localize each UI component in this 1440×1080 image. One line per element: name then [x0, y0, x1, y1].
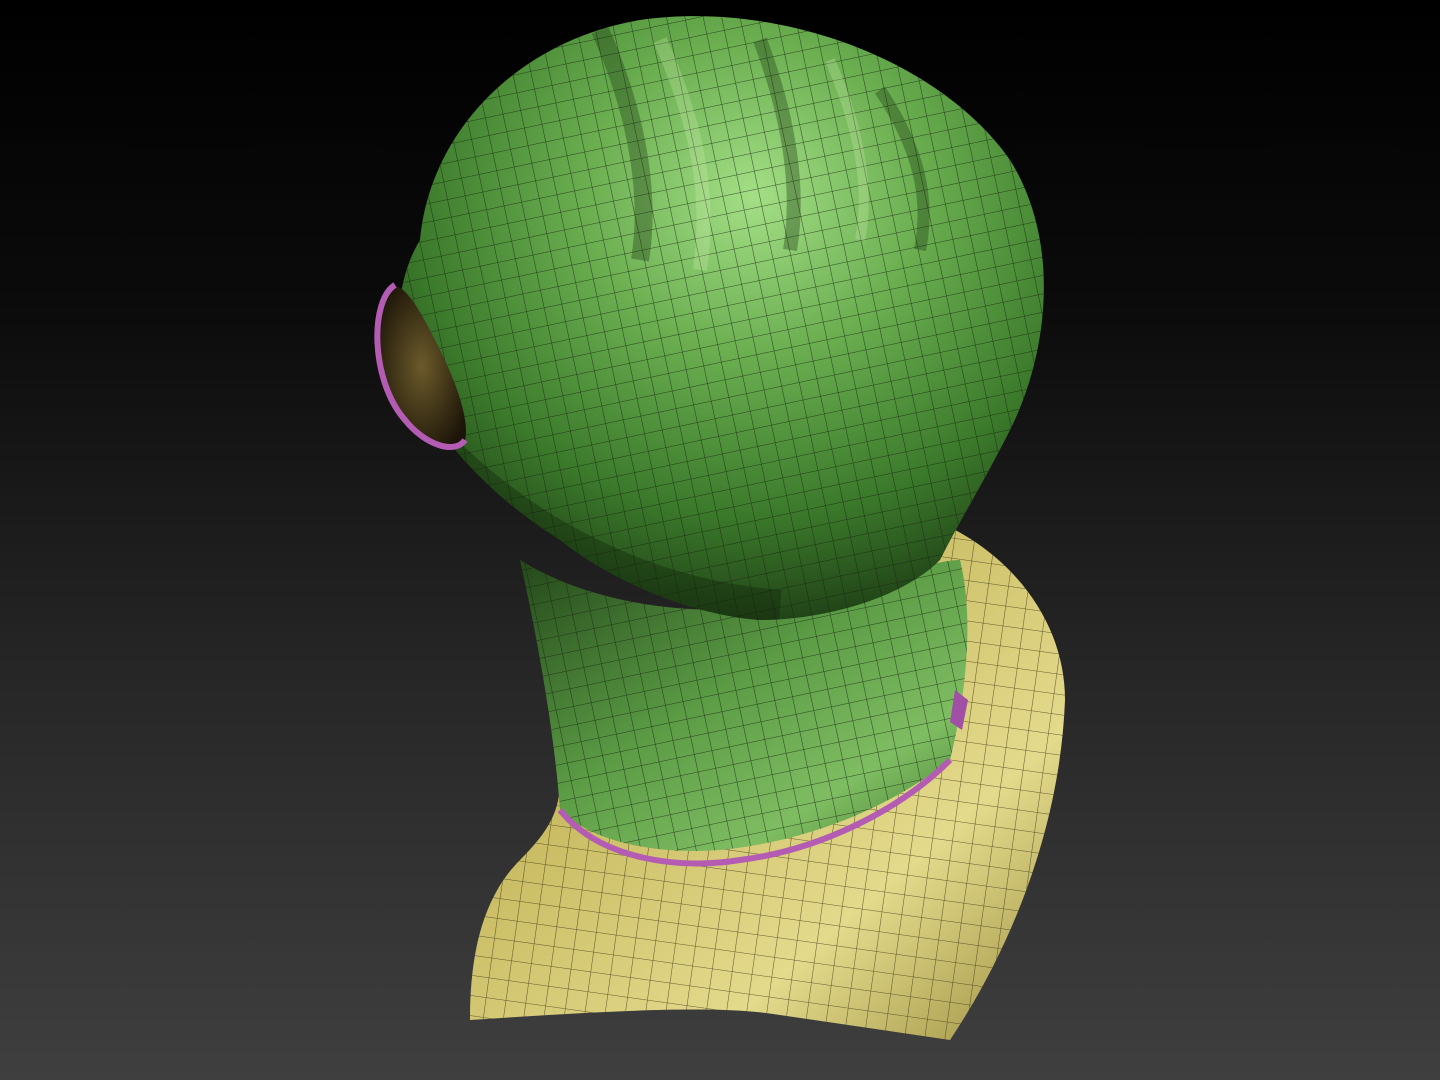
viewport-3d[interactable] — [0, 0, 1440, 1080]
sculpt-scene — [374, 16, 1065, 1040]
mask-head — [398, 16, 1044, 620]
